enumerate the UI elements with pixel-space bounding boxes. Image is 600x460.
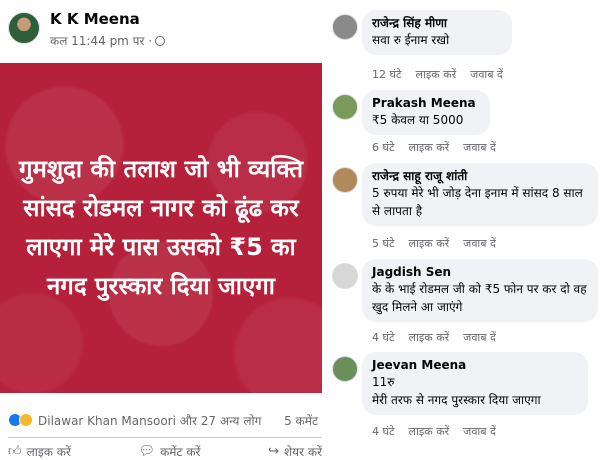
comment-time[interactable]: 12 घंटे [372, 67, 402, 82]
haha-reaction-icon [19, 413, 33, 427]
comment-meta: 4 घंटे लाइक करें जवाब दें [372, 424, 496, 439]
share-button[interactable]: ↪ शेयर करें [268, 442, 322, 460]
comment-text-line1: 11रु [372, 375, 395, 389]
comment-text: के के भाई रोडमल जी को ₹5 फोन पर कर दो वह… [372, 282, 587, 314]
comment-text: सवा रु ईनाम रखो [372, 33, 450, 47]
comment-bubble: Prakash Meena ₹5 केवल या 5000 [362, 90, 490, 135]
comment-bubble: राजेन्द्र साहू राजू शांती 5 रुपया मेरे भ… [362, 163, 598, 226]
comment-count[interactable]: 5 कमेंट [284, 412, 318, 429]
commenter-name[interactable]: राजेन्द्र साहू राजू शांती [372, 168, 588, 184]
globe-icon [155, 35, 166, 46]
reactors-text[interactable]: Dilawar Khan Mansoori और 27 अन्य लोग [38, 412, 261, 429]
author-avatar[interactable] [8, 12, 40, 44]
comment-bubble: राजेन्द्र सिंह मीणा सवा रु ईनाम रखो [362, 10, 512, 55]
post: K K Meena कल 11:44 pm पर · गुमशुदा की तल… [0, 0, 330, 460]
comment-like-link[interactable]: लाइक करें [409, 330, 450, 345]
comment-meta: 6 घंटे लाइक करें जवाब दें [372, 140, 496, 155]
comment-time[interactable]: 4 घंटे [372, 330, 395, 345]
comment-reply-link[interactable]: जवाब दें [470, 67, 503, 82]
like-label: लाइक करें [26, 444, 71, 459]
comment-like-link[interactable]: लाइक करें [416, 67, 457, 82]
commenter-name[interactable]: राजेन्द्र सिंह मीणा [372, 15, 502, 31]
post-image[interactable]: गुमशुदा की तलाश जो भी व्यक्ति सांसद रोडम… [0, 63, 322, 393]
commenter-name[interactable]: Jeevan Meena [372, 357, 578, 373]
post-actions: 👍︎ लाइक करें 💬︎ कमेंट करें ↪ शेयर करें [8, 442, 322, 460]
post-meta: कल 11:44 pm पर · [50, 32, 166, 49]
comment-meta: 5 घंटे लाइक करें जवाब दें [372, 236, 496, 251]
share-label: शेयर करें [284, 444, 322, 459]
comment-reply-link[interactable]: जवाब दें [463, 424, 496, 439]
comment-meta: 12 घंटे लाइक करें जवाब दें [372, 67, 503, 82]
comment-time[interactable]: 5 घंटे [372, 236, 395, 251]
post-time[interactable]: कल 11:44 pm पर · [50, 32, 152, 49]
avatar[interactable] [332, 14, 358, 40]
comment-label: कमेंट करें [160, 444, 201, 459]
comment-like-link[interactable]: लाइक करें [409, 140, 450, 155]
post-header: K K Meena कल 11:44 pm पर · [8, 10, 328, 50]
comment-text: 5 रुपया मेरे भी जोड़ देना इनाम में सांसद… [372, 186, 583, 218]
comment-button[interactable]: 💬︎ कमेंट करें [139, 442, 201, 460]
comment-like-link[interactable]: लाइक करें [409, 424, 450, 439]
comment-text: ₹5 केवल या 5000 [372, 113, 464, 127]
thumbs-up-icon: 👍︎ [8, 443, 22, 459]
comment-reply-link[interactable]: जवाब दें [463, 330, 496, 345]
commenter-name[interactable]: Prakash Meena [372, 95, 480, 111]
comment-reply-link[interactable]: जवाब दें [463, 236, 496, 251]
comment-time[interactable]: 6 घंटे [372, 140, 395, 155]
post-text: गुमशुदा की तलाश जो भी व्यक्ति सांसद रोडम… [18, 155, 304, 300]
comment-reply-link[interactable]: जवाब दें [463, 140, 496, 155]
commenter-name[interactable]: Jagdish Sen [372, 264, 588, 280]
avatar[interactable] [332, 167, 358, 193]
like-button[interactable]: 👍︎ लाइक करें [8, 442, 71, 460]
comment-time[interactable]: 4 घंटे [372, 424, 395, 439]
avatar[interactable] [332, 94, 358, 120]
author-name[interactable]: K K Meena [50, 10, 140, 28]
share-icon: ↪ [268, 443, 280, 459]
reactions-row[interactable]: Dilawar Khan Mansoori और 27 अन्य लोग 5 क… [8, 410, 324, 430]
comments-list: राजेन्द्र सिंह मीणा सवा रु ईनाम रखो 12 घ… [330, 0, 600, 460]
comment-icon: 💬︎ [138, 443, 156, 459]
avatar[interactable] [332, 356, 358, 382]
comment-text-line2: मेरी तरफ से नगद पुरस्कार दिया जाएगा [372, 393, 541, 407]
comment-bubble: Jeevan Meena 11रु मेरी तरफ से नगद पुरस्क… [362, 352, 588, 415]
avatar[interactable] [332, 263, 358, 289]
comment-bubble: Jagdish Sen के के भाई रोडमल जी को ₹5 फोन… [362, 259, 598, 322]
comment-meta: 4 घंटे लाइक करें जवाब दें [372, 330, 496, 345]
comment-like-link[interactable]: लाइक करें [409, 236, 450, 251]
divider [8, 437, 322, 438]
